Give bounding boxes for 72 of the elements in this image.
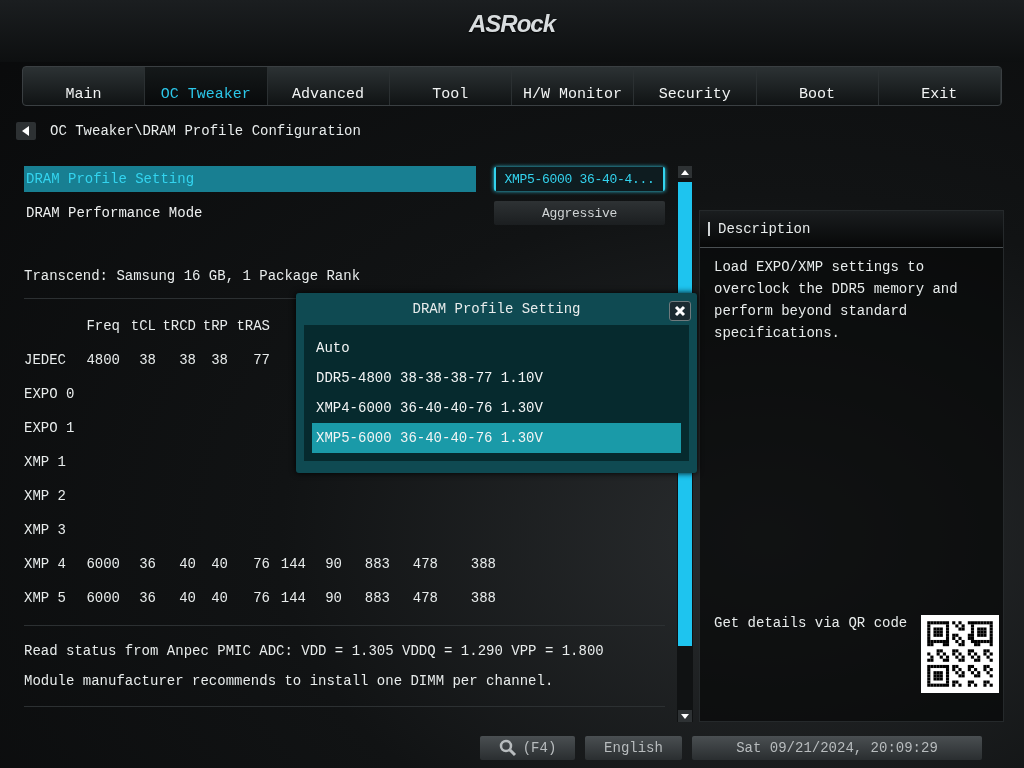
menu-tab[interactable]: Boot xyxy=(756,67,879,105)
table-cell-text: 36 xyxy=(138,590,156,606)
table-cell-text: 144 xyxy=(279,590,306,606)
table-cell-text: 38 xyxy=(210,352,228,368)
table-cell-text: 76 xyxy=(252,590,270,606)
profile-option[interactable]: XMP4-6000 36-40-40-76 1.30V xyxy=(312,393,681,423)
column-header: tRAS xyxy=(235,318,270,334)
status-note: Read status from Anpec PMIC ADC: VDD = 1.305 VDDQ = 1.290 VPP = 1.800 xyxy=(24,642,605,661)
table-cell-text: 38 xyxy=(178,352,196,368)
table-cell-text: 40 xyxy=(178,590,196,606)
profile-option[interactable]: Auto xyxy=(312,333,681,363)
brand-logo: ASRock xyxy=(469,10,555,38)
menu-tab[interactable]: Advanced xyxy=(267,67,390,105)
column-header: Freq xyxy=(85,318,120,334)
search-button[interactable]: (F4) xyxy=(480,736,575,760)
profile-name: XMP 3 xyxy=(24,522,67,538)
menu-tab[interactable]: Tool xyxy=(389,67,512,105)
description-title: Description xyxy=(718,221,811,237)
column-header: tRP xyxy=(201,318,228,334)
table-cell-text: 6000 xyxy=(85,556,120,572)
profile-option[interactable]: DDR5-4800 38-38-38-77 1.10V xyxy=(312,363,681,393)
date-time: Sat 09/21/2024, 20:09:29 xyxy=(692,736,982,760)
table-cell-text: 77 xyxy=(252,352,270,368)
profile-name: EXPO 0 xyxy=(24,386,76,402)
setting-value[interactable]: Aggressive xyxy=(494,201,665,225)
search-icon xyxy=(498,739,517,757)
scroll-down-icon[interactable] xyxy=(678,710,692,722)
profile-name: XMP 2 xyxy=(24,488,67,504)
setting-value[interactable]: XMP5-6000 36-40-4... xyxy=(494,167,665,191)
table-cell-text: 90 xyxy=(324,556,342,572)
menu-tab[interactable]: H/W Monitor xyxy=(512,67,635,105)
setting-label[interactable]: DRAM Performance Mode xyxy=(24,200,476,226)
profile-name: XMP 1 xyxy=(24,454,67,470)
table-cell-text: 40 xyxy=(210,590,228,606)
table-cell-text: 76 xyxy=(252,556,270,572)
table-cell-text: 40 xyxy=(178,556,196,572)
divider-mark xyxy=(708,222,710,236)
table-cell-text: 40 xyxy=(210,556,228,572)
close-icon xyxy=(674,305,686,317)
dialog-title: DRAM Profile Setting xyxy=(412,301,581,317)
language-button[interactable]: English xyxy=(585,736,682,760)
profile-name: EXPO 1 xyxy=(24,420,76,436)
menu-tab[interactable]: Security xyxy=(634,67,757,105)
qr-caption: Get details via QR code xyxy=(714,615,908,631)
status-note: Module manufacturer recommends to install one DIMM per channel. xyxy=(24,672,555,691)
module-info: Transcend: Samsung 16 GB, 1 Package Rank xyxy=(24,268,362,286)
back-button[interactable] xyxy=(16,122,36,140)
table-cell-text: 36 xyxy=(138,556,156,572)
profile-name: JEDEC xyxy=(24,352,67,368)
table-cell-text: 144 xyxy=(279,556,306,572)
menu-tab[interactable]: Exit xyxy=(878,67,1001,105)
table-cell-text: 388 xyxy=(469,590,496,606)
breadcrumb-path: OC Tweaker\DRAM Profile Configuration xyxy=(50,123,361,139)
table-cell-text: 478 xyxy=(411,590,438,606)
table-cell-text: 90 xyxy=(324,590,342,606)
menu-tab[interactable]: OC Tweaker xyxy=(145,67,268,105)
description-text: Load EXPO/XMP settings to overclock the DDR5 memory and perform beyond standard specifications. xyxy=(713,258,959,343)
table-cell-text: 4800 xyxy=(85,352,120,368)
table-cell-text: 38 xyxy=(138,352,156,368)
table-cell-text: 6000 xyxy=(85,590,120,606)
qr-code-icon xyxy=(921,615,999,693)
table-cell-text: 478 xyxy=(411,556,438,572)
table-cell-text: 883 xyxy=(363,556,390,572)
profile-name: XMP 5 xyxy=(24,590,67,606)
column-header: tRCD xyxy=(161,318,196,334)
scroll-up-icon[interactable] xyxy=(678,166,692,178)
table-cell-text: 388 xyxy=(469,556,496,572)
left-triangle-icon xyxy=(22,126,30,136)
column-header: tCL xyxy=(129,318,156,334)
close-button[interactable] xyxy=(669,301,691,321)
table-cell-text: 883 xyxy=(363,590,390,606)
profile-name: XMP 4 xyxy=(24,556,67,572)
